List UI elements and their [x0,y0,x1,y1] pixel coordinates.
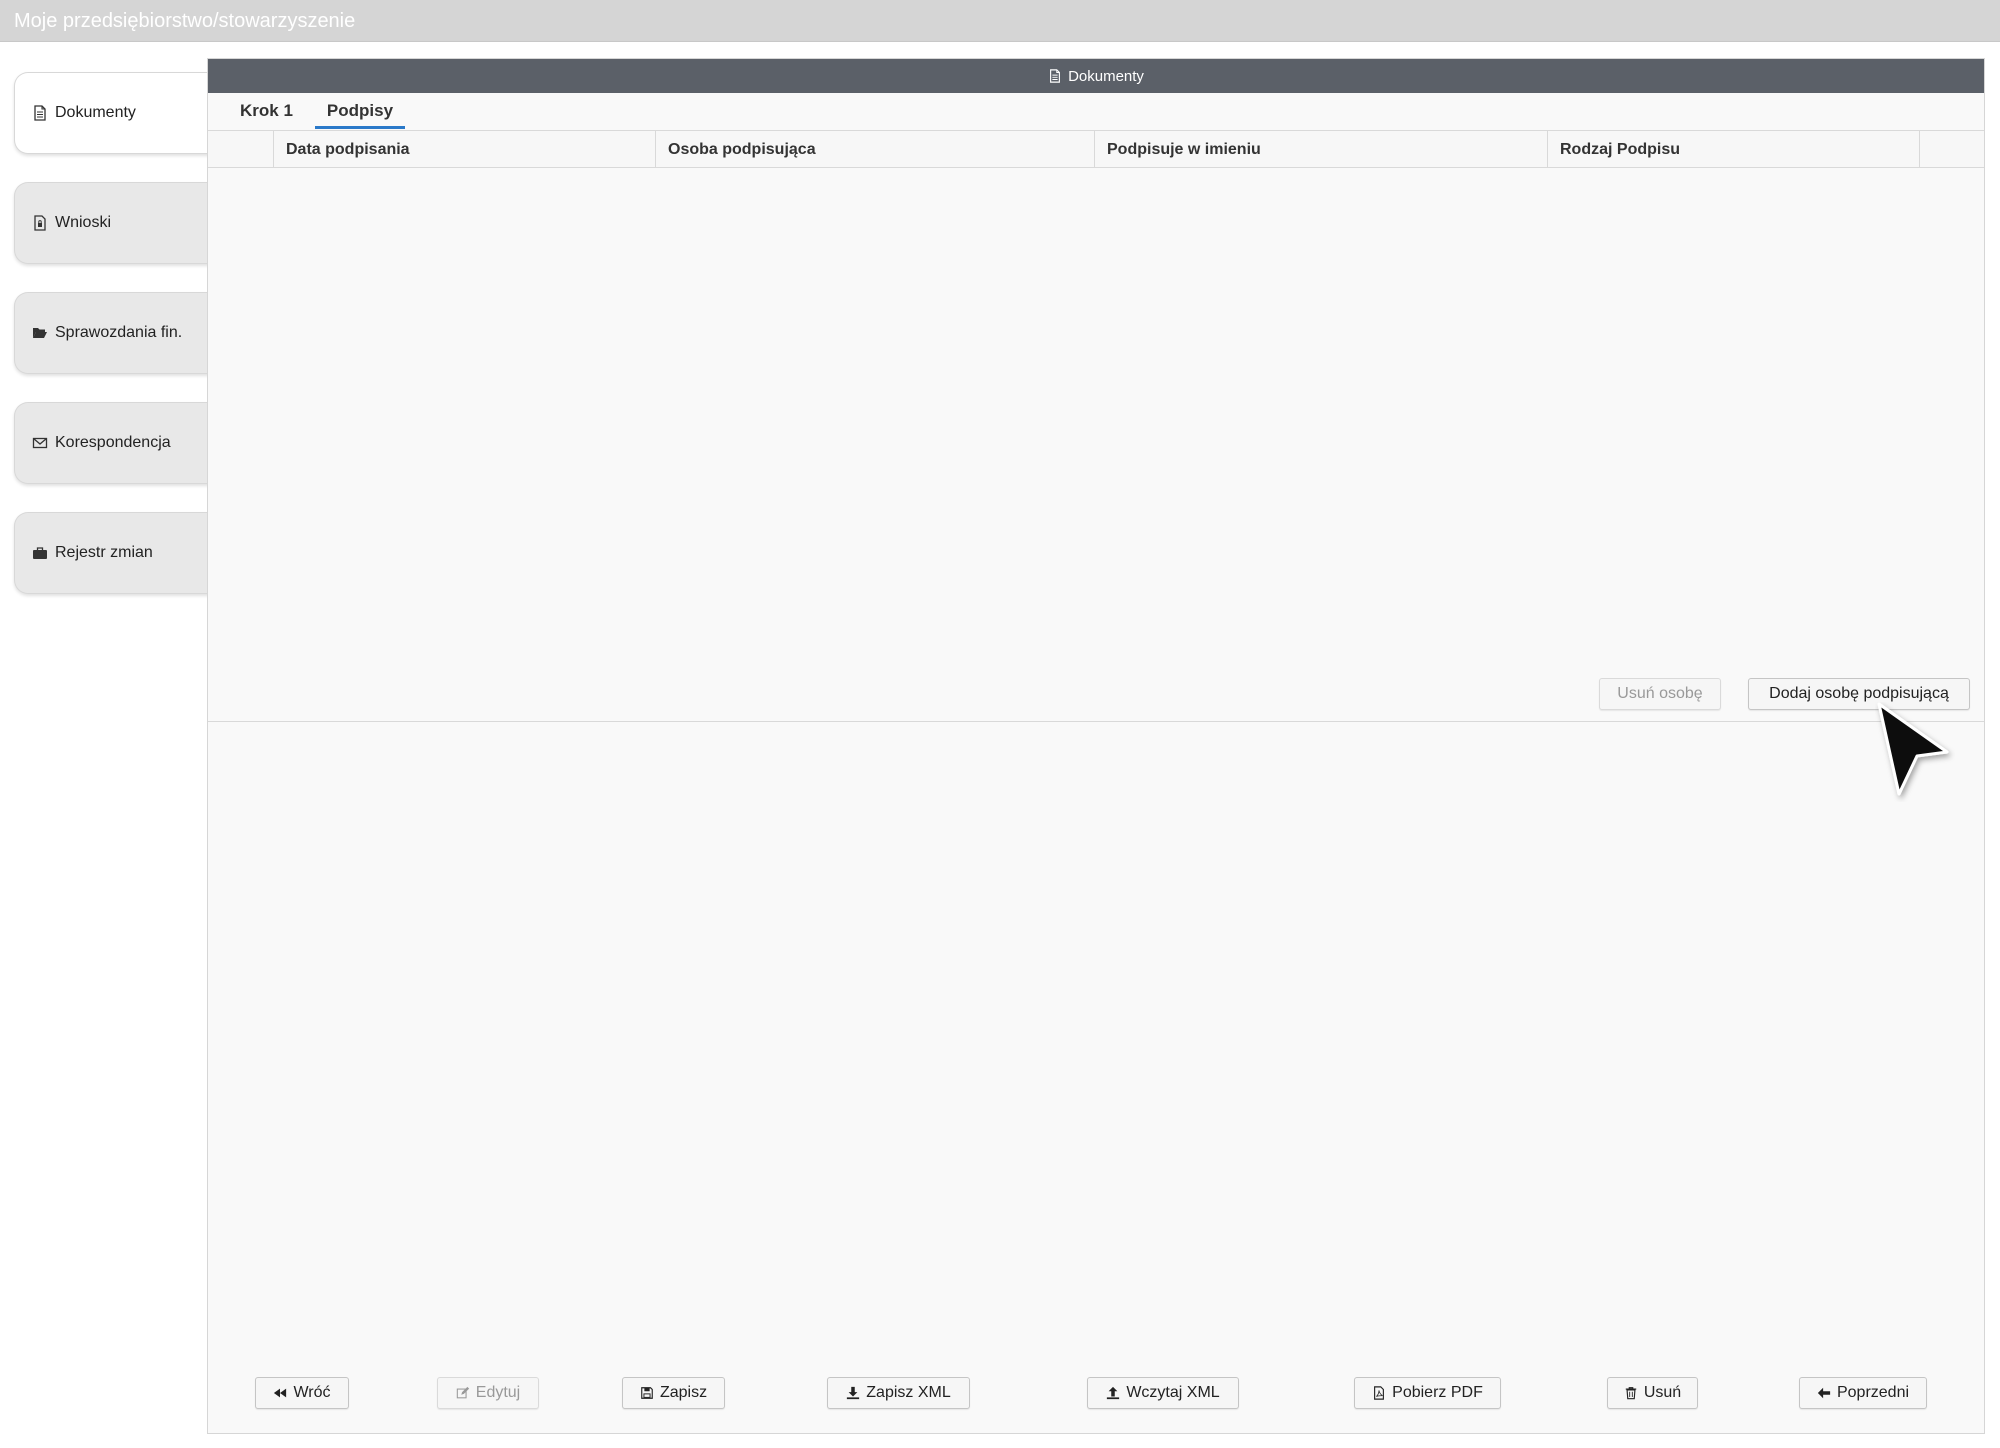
documents-panel: Dokumenty Krok 1 Podpisy Data podpisania… [207,58,1985,1434]
pdf-file-icon [1372,1386,1386,1400]
sidebar-item-label: Korespondencja [55,434,171,451]
upload-icon [1106,1386,1120,1400]
sidebar-item-wnioski[interactable]: Wnioski [14,182,210,264]
tab-bar: Krok 1 Podpisy [228,97,415,129]
edit-button[interactable]: Edytuj [437,1377,539,1409]
signatures-grid: Data podpisania Osoba podpisująca Podpis… [208,130,1984,722]
previous-button[interactable]: Poprzedni [1799,1377,1927,1409]
grid-header: Data podpisania Osoba podpisująca Podpis… [208,131,1984,168]
column-header-data-podpisania[interactable]: Data podpisania [274,131,656,168]
document-icon [1048,69,1062,83]
document-icon [31,104,49,122]
sidebar-item-label: Sprawozdania fin. [55,324,183,341]
trash-icon [1624,1386,1638,1400]
mouse-cursor-icon [1877,702,1949,796]
remove-person-button[interactable]: Usuń osobę [1599,678,1721,710]
sidebar-item-korespondencja[interactable]: Korespondencja [14,402,210,484]
envelope-icon [31,434,49,452]
tab-podpisy[interactable]: Podpisy [314,97,406,129]
sidebar-item-dokumenty[interactable]: Dokumenty [14,72,210,154]
floppy-disk-icon [640,1386,654,1400]
app-title: Moje przedsiębiorstwo/stowarzyszenie [14,10,356,32]
folder-open-icon [31,324,49,342]
download-icon [846,1386,860,1400]
sidebar-item-label: Rejestr zmian [55,544,153,561]
column-header-rodzaj-podpisu[interactable]: Rodzaj Podpisu [1548,131,1920,168]
sidebar-item-rejestr-zmian[interactable]: Rejestr zmian [14,512,210,594]
back-button[interactable]: Wróć [255,1377,349,1409]
panel-header: Dokumenty [208,59,1984,93]
sidebar-item-label: Dokumenty [55,104,136,121]
edit-icon [456,1386,470,1400]
load-xml-button[interactable]: Wczytaj XML [1087,1377,1239,1409]
sidebar-item-sprawozdania[interactable]: Sprawozdania fin. [14,292,210,374]
save-button[interactable]: Zapisz [622,1377,725,1409]
sidebar-item-label: Wnioski [55,214,112,231]
tab-krok-1[interactable]: Krok 1 [228,97,305,129]
panel-title: Dokumenty [1068,67,1144,85]
delete-button[interactable]: Usuń [1607,1377,1698,1409]
fast-backward-icon [273,1386,287,1400]
document-lock-icon [31,214,49,232]
column-header-osoba-podpisujaca[interactable]: Osoba podpisująca [656,131,1095,168]
download-pdf-button[interactable]: Pobierz PDF [1354,1377,1501,1409]
app-title-bar: Moje przedsiębiorstwo/stowarzyszenie [0,0,2000,42]
save-xml-button[interactable]: Zapisz XML [827,1377,970,1409]
briefcase-icon [31,544,49,562]
grid-select-column[interactable] [208,131,274,168]
arrow-left-icon [1817,1386,1831,1400]
column-header-podpisuje-w-imieniu[interactable]: Podpisuje w imieniu [1095,131,1548,168]
